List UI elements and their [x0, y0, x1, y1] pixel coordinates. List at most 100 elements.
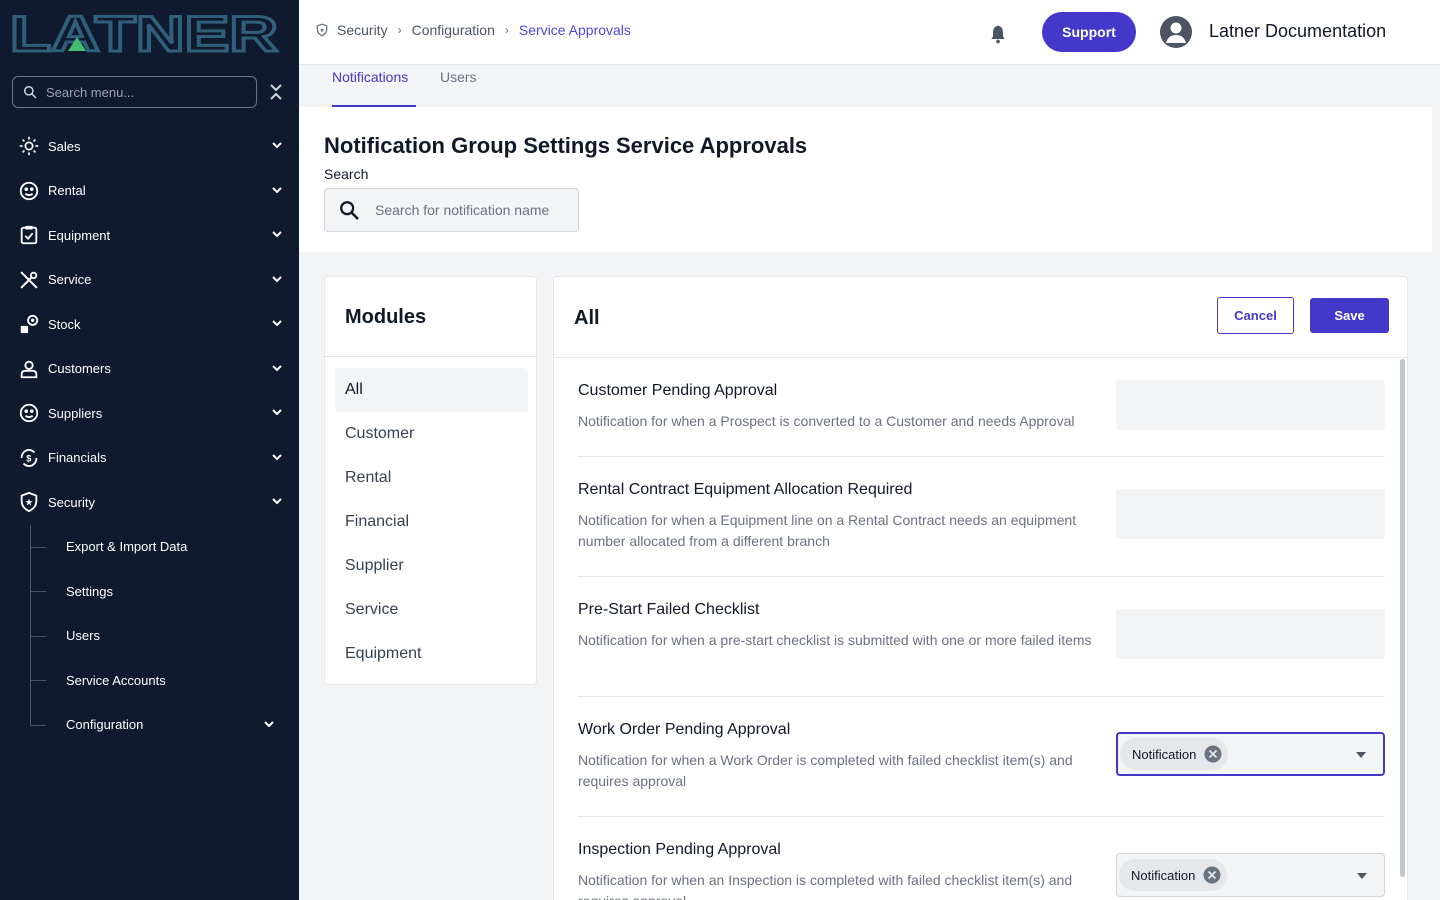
module-item-service[interactable]: Service [335, 588, 528, 632]
selected-chip: Notification [1119, 859, 1228, 891]
sidebar-subitem-users[interactable]: Users [0, 613, 299, 659]
notification-row: Customer Pending Approval Notification f… [578, 357, 1385, 457]
chevron-down-icon [272, 275, 282, 282]
chevron-down-icon [272, 453, 282, 460]
tab-label: Notifications [332, 69, 409, 85]
chevron-down-icon [264, 720, 274, 727]
chevron-down-icon [272, 231, 282, 238]
notification-description: Notification for when a Work Order is co… [578, 752, 1073, 789]
header-panel: Notification Group Settings Service Appro… [299, 107, 1432, 252]
shield-icon [316, 23, 328, 37]
sidebar-item-suppliers[interactable]: Suppliers [0, 391, 299, 436]
save-button[interactable]: Save [1310, 298, 1389, 333]
notification-row: Inspection Pending Approval Notification… [578, 817, 1385, 900]
selected-chip: Notification [1120, 738, 1229, 770]
sidebar-item-label: Stock [48, 316, 81, 332]
sidebar-item-rental[interactable]: Rental [0, 169, 299, 214]
notification-type-select[interactable]: Notification [1116, 732, 1385, 776]
chip-label: Notification [1132, 746, 1197, 762]
sidebar-item-service[interactable]: Service [0, 258, 299, 303]
chevron-right-icon: › [504, 23, 509, 37]
sidebar: LATNER Search menu... Sales Rental Equip… [0, 0, 299, 900]
sidebar-item-equipment[interactable]: Equipment [0, 213, 299, 258]
dropdown-caret-icon[interactable] [1355, 751, 1367, 759]
sidebar-item-label: Suppliers [48, 405, 103, 421]
sidebar-item-label: Rental [48, 183, 86, 199]
tab-bar: Notifications Users [299, 65, 1432, 107]
module-item-all[interactable]: All [335, 368, 528, 412]
module-item-supplier[interactable]: Supplier [335, 544, 528, 588]
breadcrumb-configuration[interactable]: Configuration [412, 22, 495, 38]
search-icon [340, 201, 359, 220]
chevron-down-icon [272, 320, 282, 327]
notification-title: Rental Contract Equipment Allocation Req… [578, 481, 913, 498]
notifications-panel: All Cancel Save Customer Pending Approva… [553, 276, 1408, 900]
sidebar-item-sales[interactable]: Sales [0, 124, 299, 169]
chevron-down-icon [272, 142, 282, 149]
notification-type-select[interactable] [1116, 380, 1385, 430]
sidebar-subitem-settings[interactable]: Settings [0, 569, 299, 614]
collapse-sidebar-icon[interactable] [268, 82, 284, 102]
customers-icon [20, 360, 38, 378]
tab-users[interactable]: Users [440, 69, 477, 107]
tab-notifications[interactable]: Notifications [332, 69, 416, 107]
chevron-down-icon [272, 409, 282, 416]
scrollbar[interactable] [1400, 359, 1405, 877]
notification-row: Work Order Pending Approval Notification… [578, 697, 1385, 817]
sidebar-subitem-service-accounts[interactable]: Service Accounts [0, 658, 299, 703]
module-item-rental[interactable]: Rental [335, 456, 528, 500]
rental-icon [19, 181, 39, 200]
remove-chip-icon[interactable] [1204, 745, 1222, 763]
divider [325, 356, 536, 357]
topbar: Security › Configuration › Service Appro… [299, 0, 1440, 65]
page-title-prefix: Notification Group Settings [324, 133, 610, 158]
module-item-customer[interactable]: Customer [335, 412, 528, 456]
service-icon [20, 271, 38, 289]
equipment-icon [20, 226, 38, 245]
search-label: Search [324, 166, 369, 182]
notification-description: Notification for when a Prospect is conv… [578, 413, 1075, 429]
chip-label: Notification [1131, 867, 1196, 883]
notification-search-input[interactable] [375, 202, 565, 218]
notification-type-select[interactable] [1116, 489, 1385, 539]
breadcrumb-service-approvals: Service Approvals [518, 22, 631, 38]
sidebar-item-label: Security [48, 494, 95, 510]
breadcrumb-security[interactable]: Security [337, 22, 388, 38]
svg-text:$: $ [26, 453, 31, 463]
sidebar-item-stock[interactable]: Stock [0, 302, 299, 347]
bell-icon[interactable] [988, 24, 1008, 44]
dropdown-caret-icon[interactable] [1356, 872, 1368, 880]
sidebar-subitem-configuration[interactable]: Configuration [0, 702, 299, 748]
sidebar-nav: Sales Rental Equipment Service Stock Cus… [0, 124, 299, 747]
modules-panel: Modules All Customer Rental Financial Su… [324, 276, 537, 685]
remove-chip-icon[interactable] [1203, 866, 1221, 884]
notification-search [324, 188, 579, 232]
sidebar-item-customers[interactable]: Customers [0, 347, 299, 392]
financials-icon: $ [20, 448, 38, 467]
avatar[interactable] [1160, 16, 1192, 48]
panel-title: All [574, 307, 600, 329]
tab-label: Users [440, 69, 477, 85]
cancel-button[interactable]: Cancel [1217, 297, 1294, 334]
support-button[interactable]: Support [1042, 12, 1136, 52]
module-list: All Customer Rental Financial Supplier S… [335, 368, 528, 676]
latner-logo[interactable]: LATNER [10, 10, 282, 54]
sidebar-item-security[interactable]: Security [0, 480, 299, 525]
user-name[interactable]: Latner Documentation [1209, 21, 1386, 42]
shield-icon [20, 492, 38, 513]
notification-description: Notification for when a Equipment line o… [578, 512, 1077, 549]
module-item-equipment[interactable]: Equipment [335, 632, 528, 676]
page-title-group: Service Approvals [616, 133, 808, 158]
sidebar-subitem-export-import[interactable]: Export & Import Data [0, 524, 299, 570]
menu-search-input[interactable]: Search menu... [12, 76, 257, 108]
menu-search-placeholder: Search menu... [46, 84, 135, 100]
notification-type-select[interactable]: Notification [1116, 853, 1385, 897]
notification-title: Work Order Pending Approval [578, 721, 791, 738]
sidebar-item-financials[interactable]: $ Financials [0, 436, 299, 481]
module-item-financial[interactable]: Financial [335, 500, 528, 544]
sidebar-item-label: Customers [48, 361, 111, 377]
notification-description: Notification for when a pre-start checkl… [578, 632, 1092, 648]
notification-type-select[interactable] [1116, 609, 1385, 659]
chevron-down-icon [272, 498, 282, 505]
modules-title: Modules [345, 306, 427, 328]
